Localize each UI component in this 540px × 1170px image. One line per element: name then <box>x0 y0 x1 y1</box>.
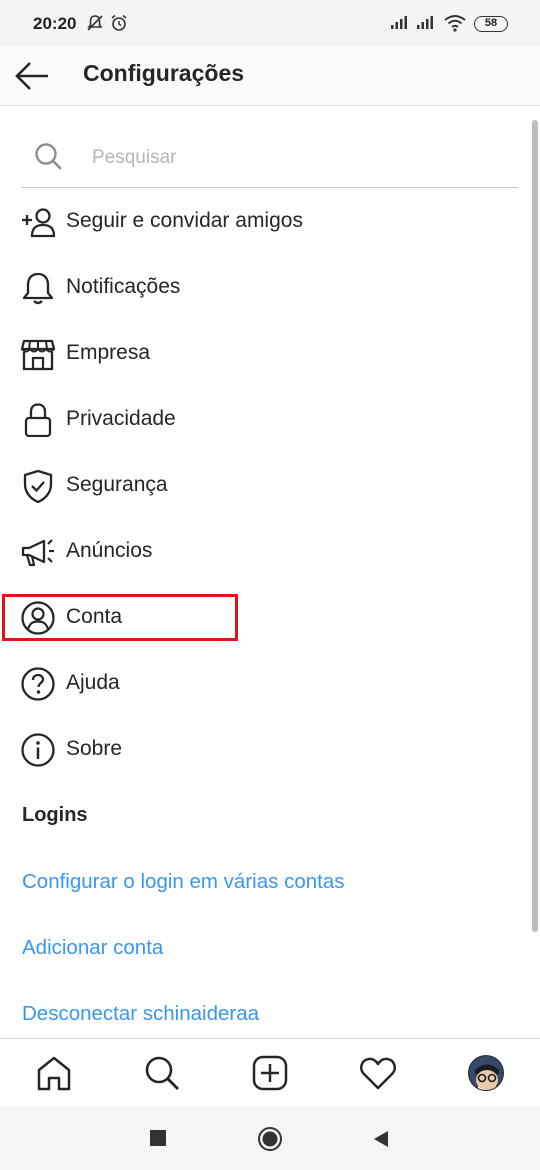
menu-item-label: Sobre <box>66 737 123 760</box>
menu-item-security[interactable]: Segurança <box>0 452 530 518</box>
info-circle-icon <box>21 733 55 767</box>
menu-item-about[interactable]: Sobre <box>0 716 530 782</box>
link-log-out[interactable]: Desconectar schinaideraa <box>22 1002 259 1026</box>
menu-item-label: Seguir e convidar amigos <box>66 209 303 232</box>
bell-icon <box>22 272 54 305</box>
menu-item-label: Privacidade <box>66 407 176 430</box>
alarm-icon <box>111 14 127 31</box>
home-circle-icon[interactable] <box>257 1126 283 1152</box>
signal-icon <box>417 16 433 29</box>
menu-item-privacy[interactable]: Privacidade <box>0 386 530 452</box>
menu-item-label: Notificações <box>66 275 181 298</box>
wifi-icon <box>444 15 466 32</box>
page-title: Configurações <box>83 60 245 86</box>
app-bar: Configurações <box>0 46 540 106</box>
profile-avatar[interactable] <box>468 1055 504 1091</box>
link-multi-account-login[interactable]: Configurar o login em várias contas <box>22 870 344 894</box>
status-bar: 20:20 58 <box>0 0 540 46</box>
avatar-face-icon <box>469 1056 503 1090</box>
back-triangle-icon[interactable] <box>372 1130 390 1148</box>
storefront-icon <box>20 339 56 371</box>
highlight-box <box>2 594 238 641</box>
megaphone-icon <box>21 539 54 567</box>
search-bar[interactable] <box>22 130 518 188</box>
search-icon <box>35 143 62 170</box>
shield-check-icon <box>23 469 53 503</box>
battery-icon: 58 <box>474 16 508 32</box>
home-icon[interactable] <box>34 1053 74 1093</box>
heart-icon[interactable] <box>358 1053 398 1093</box>
section-title-logins: Logins <box>22 804 88 826</box>
add-post-icon[interactable] <box>250 1053 290 1093</box>
bottom-nav <box>0 1038 540 1106</box>
menu-item-label: Empresa <box>66 341 151 364</box>
status-time: 20:20 <box>33 14 77 33</box>
link-add-account[interactable]: Adicionar conta <box>22 936 163 960</box>
arrow-left-icon[interactable] <box>14 58 52 94</box>
search-input[interactable] <box>92 144 492 172</box>
menu-item-follow-invite[interactable]: Seguir e convidar amigos <box>0 188 530 254</box>
notifications-off-icon <box>87 15 103 31</box>
menu-item-help[interactable]: Ajuda <box>0 650 530 716</box>
lock-icon <box>24 403 52 437</box>
system-nav-bar <box>0 1106 540 1170</box>
menu-item-label: Segurança <box>66 473 168 496</box>
scrollbar[interactable] <box>532 120 538 932</box>
menu-item-label: Anúncios <box>66 539 153 562</box>
recents-icon[interactable] <box>150 1130 166 1146</box>
menu-item-business[interactable]: Empresa <box>0 320 530 386</box>
search-icon[interactable] <box>142 1053 182 1093</box>
help-circle-icon <box>21 667 55 701</box>
add-person-icon <box>22 208 56 238</box>
menu-item-notifications[interactable]: Notificações <box>0 254 530 320</box>
menu-item-ads[interactable]: Anúncios <box>0 518 530 584</box>
signal-icon <box>391 16 407 29</box>
menu-item-label: Ajuda <box>66 671 120 694</box>
